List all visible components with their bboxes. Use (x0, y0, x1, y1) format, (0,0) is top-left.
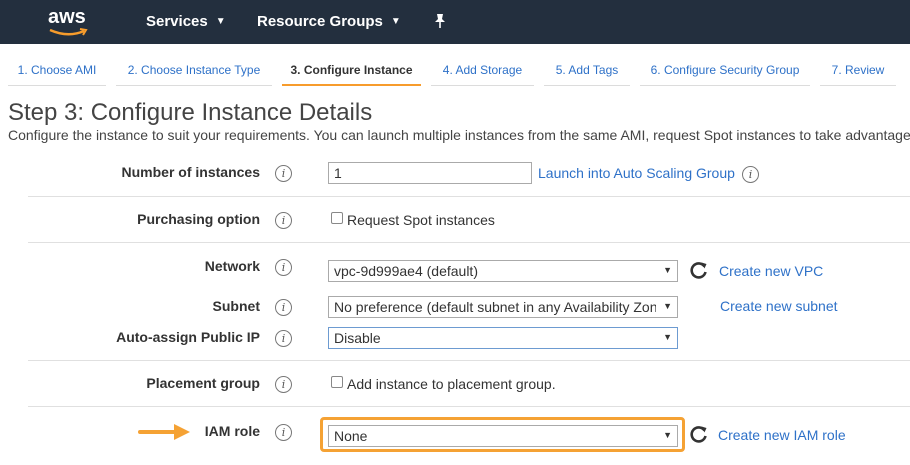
instances-input[interactable]: 1 (328, 162, 532, 184)
placement-label: Placement group (146, 375, 260, 391)
tab-review[interactable]: 7. Review (820, 56, 896, 86)
refresh-icon[interactable] (689, 424, 709, 444)
subnet-select[interactable]: No preference (default subnet in any Ava… (328, 296, 678, 318)
chevron-down-icon: ▼ (663, 430, 672, 440)
info-icon[interactable]: i (275, 424, 292, 441)
refresh-icon[interactable] (689, 260, 709, 280)
info-icon[interactable]: i (742, 166, 759, 183)
placement-checkbox[interactable] (331, 376, 343, 388)
placement-checkbox-label: Add instance to placement group. (347, 376, 556, 392)
pin-icon[interactable] (433, 13, 447, 29)
services-menu[interactable]: Services ▼ (146, 13, 226, 30)
iam-select[interactable]: None ▼ (328, 425, 678, 447)
network-select[interactable]: vpc-9d999ae4 (default) ▼ (328, 260, 678, 282)
info-icon[interactable]: i (275, 330, 292, 347)
divider (28, 242, 910, 243)
iam-value: None (334, 428, 368, 444)
create-subnet-link[interactable]: Create new subnet (720, 298, 838, 314)
divider (28, 360, 910, 361)
network-value: vpc-9d999ae4 (default) (334, 263, 478, 279)
resource-groups-menu[interactable]: Resource Groups ▼ (257, 13, 401, 30)
aws-smile-icon (49, 28, 88, 36)
info-icon[interactable]: i (275, 299, 292, 316)
info-icon[interactable]: i (275, 376, 292, 393)
public-ip-select[interactable]: Disable ▼ (328, 327, 678, 349)
public-ip-label: Auto-assign Public IP (116, 329, 260, 345)
tab-choose-instance-type[interactable]: 2. Choose Instance Type (116, 56, 272, 86)
tab-add-tags[interactable]: 5. Add Tags (544, 56, 630, 86)
info-icon[interactable]: i (275, 165, 292, 182)
tab-add-storage[interactable]: 4. Add Storage (431, 56, 534, 86)
chevron-down-icon: ▼ (663, 301, 672, 311)
chevron-down-icon: ▼ (215, 16, 226, 27)
tab-configure-security-group[interactable]: 6. Configure Security Group (640, 56, 810, 86)
services-label: Services (146, 13, 208, 30)
resource-groups-label: Resource Groups (257, 13, 383, 30)
aws-logo-text: aws (48, 6, 86, 28)
tab-configure-instance[interactable]: 3. Configure Instance (282, 56, 421, 86)
instances-label: Number of instances (121, 164, 260, 180)
subnet-value: No preference (default subnet in any Ava… (334, 299, 656, 315)
subnet-label: Subnet (212, 298, 260, 314)
purchasing-label: Purchasing option (137, 211, 260, 227)
public-ip-value: Disable (334, 330, 381, 346)
iam-label: IAM role (204, 423, 260, 439)
tab-choose-ami[interactable]: 1. Choose AMI (8, 56, 106, 86)
divider (28, 196, 910, 197)
auto-scaling-link[interactable]: Launch into Auto Scaling Group (538, 165, 735, 181)
chevron-down-icon: ▼ (663, 265, 672, 275)
spot-checkbox[interactable] (331, 212, 343, 224)
info-icon[interactable]: i (275, 212, 292, 229)
page-subtitle: Configure the instance to suit your requ… (8, 127, 910, 143)
network-label: Network (204, 258, 260, 274)
wizard-tabs: 1. Choose AMI 2. Choose Instance Type 3.… (0, 56, 910, 86)
chevron-down-icon: ▼ (663, 332, 672, 342)
info-icon[interactable]: i (275, 259, 292, 276)
chevron-down-icon: ▼ (390, 16, 401, 27)
divider (28, 406, 910, 407)
create-iam-role-link[interactable]: Create new IAM role (718, 427, 846, 443)
aws-logo[interactable]: aws (48, 6, 92, 38)
create-vpc-link[interactable]: Create new VPC (719, 263, 823, 279)
page-title: Step 3: Configure Instance Details (8, 99, 373, 126)
top-nav: aws Services ▼ Resource Groups ▼ (0, 0, 910, 44)
spot-checkbox-label: Request Spot instances (347, 212, 495, 228)
